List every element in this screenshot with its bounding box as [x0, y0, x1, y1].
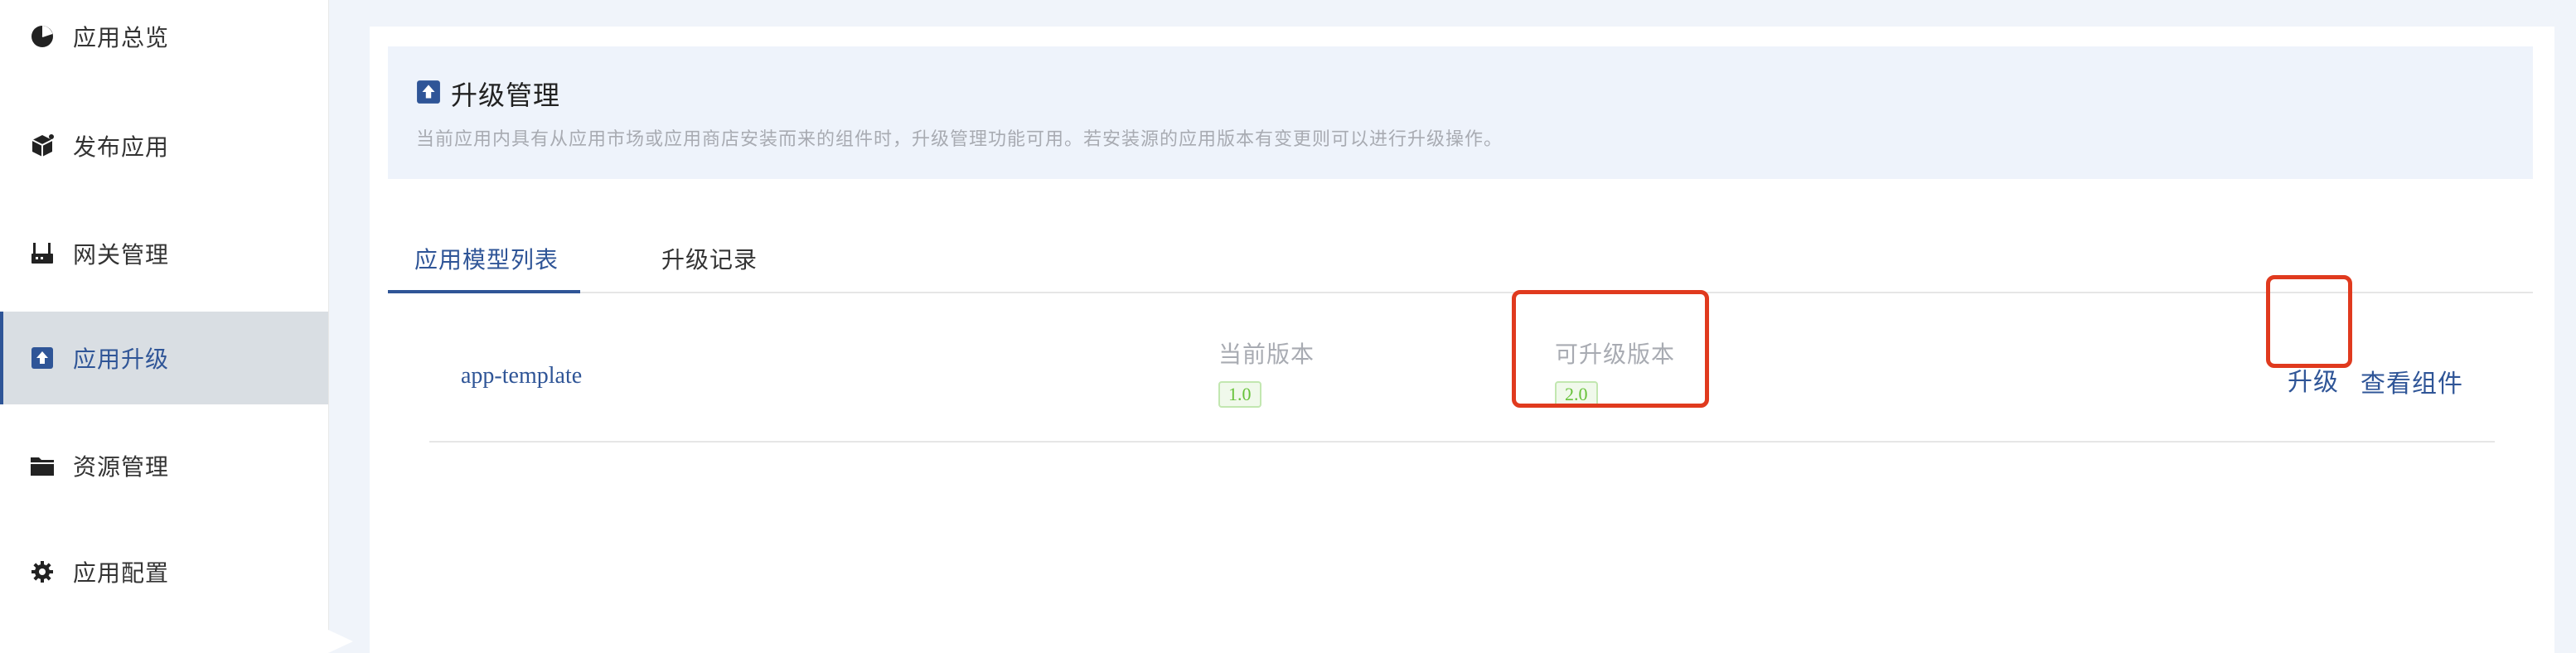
sidebar-item-label: 资源管理 — [73, 455, 170, 481]
current-version-block: 当前版本 1.0 — [1218, 336, 1315, 408]
sidebar-item-resource-management[interactable]: 资源管理 — [0, 419, 328, 512]
cube-icon — [28, 132, 56, 160]
highlight-box-upgradable-version — [1512, 290, 1709, 408]
app-root: 应用总览 发布应用 网关管理 应用升级 资源管理 应用配置 升级管理 当前应用内… — [0, 0, 2576, 653]
folder-icon — [28, 452, 56, 480]
router-icon — [28, 239, 56, 268]
current-version-badge: 1.0 — [1218, 381, 1261, 408]
tab-app-model-list[interactable]: 应用模型列表 — [414, 242, 559, 275]
sidebar: 应用总览 发布应用 网关管理 应用升级 资源管理 应用配置 — [0, 0, 329, 653]
main-panel: 升级管理 当前应用内具有从应用市场或应用商店安装而来的组件时，升级管理功能可用。… — [370, 27, 2554, 653]
upload-icon — [416, 80, 441, 109]
sidebar-item-app-overview[interactable]: 应用总览 — [0, 0, 328, 83]
gear-icon — [28, 558, 56, 586]
sidebar-item-gateway-management[interactable]: 网关管理 — [0, 207, 328, 300]
active-tab-indicator — [388, 290, 580, 293]
sidebar-item-label: 发布应用 — [73, 135, 170, 161]
pie-chart-icon — [28, 22, 56, 51]
sidebar-item-label: 应用配置 — [73, 561, 170, 587]
info-description: 当前应用内具有从应用市场或应用商店安装而来的组件时，升级管理功能可用。若安装源的… — [416, 128, 1503, 149]
tab-bar: 应用模型列表 升级记录 — [388, 225, 2533, 293]
sidebar-item-publish-app[interactable]: 发布应用 — [0, 99, 328, 192]
tab-upgrade-records[interactable]: 升级记录 — [661, 242, 758, 275]
sidebar-item-label: 应用总览 — [73, 26, 170, 51]
upgrade-info-box: 升级管理 当前应用内具有从应用市场或应用商店安装而来的组件时，升级管理功能可用。… — [388, 46, 2533, 179]
sidebar-item-label: 应用升级 — [73, 347, 170, 373]
highlight-box-upgrade-button — [2266, 275, 2352, 368]
page-title: 升级管理 — [451, 80, 561, 110]
table-row: app-template 当前版本 1.0 可升级版本 2.0 升级 查看组件 — [429, 275, 2495, 443]
view-components-button[interactable]: 查看组件 — [2361, 363, 2463, 399]
sidebar-item-label: 网关管理 — [73, 243, 170, 268]
sidebar-item-app-config[interactable]: 应用配置 — [0, 525, 328, 618]
sidebar-collapse-notch — [328, 630, 353, 653]
info-header: 升级管理 — [416, 75, 560, 113]
app-name-link[interactable]: app-template — [461, 363, 582, 389]
current-version-label: 当前版本 — [1218, 342, 1315, 368]
upload-icon — [28, 344, 56, 372]
sidebar-item-app-upgrade[interactable]: 应用升级 — [0, 312, 328, 404]
